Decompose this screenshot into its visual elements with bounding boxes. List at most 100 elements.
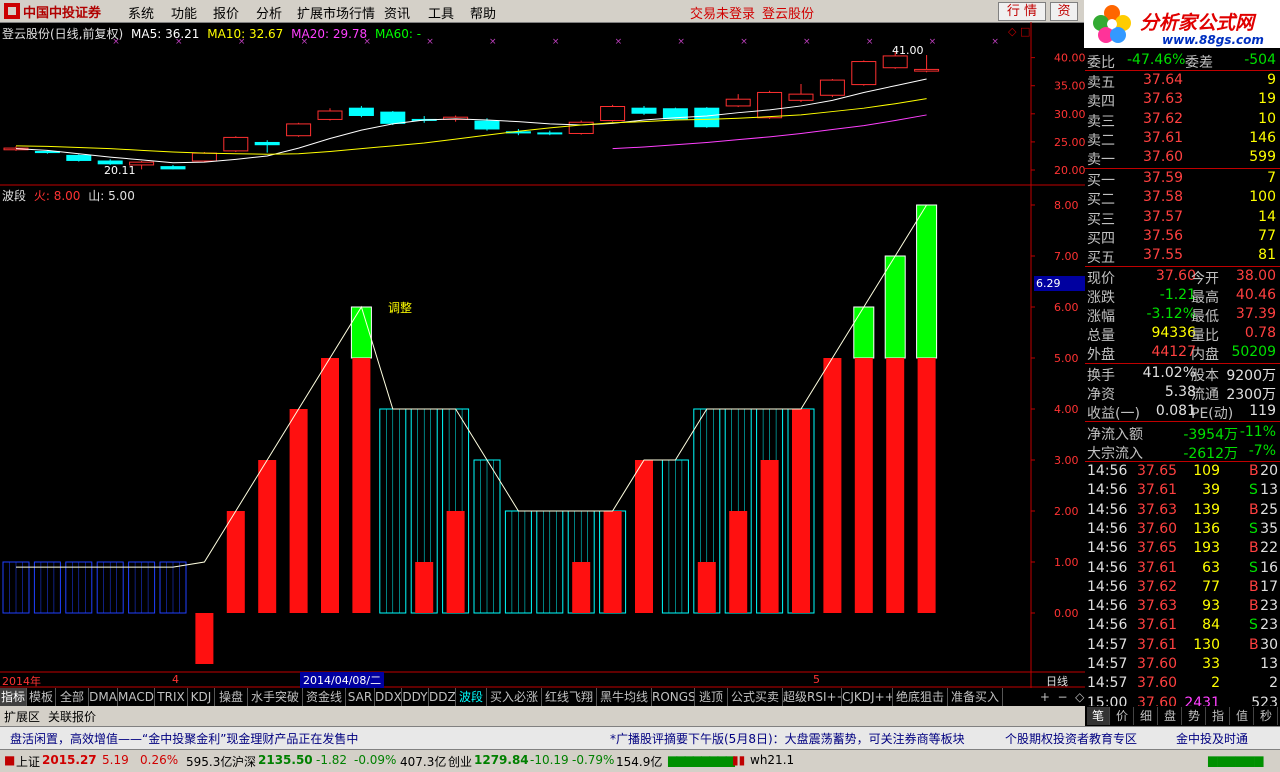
indicator-tab[interactable]: SAR bbox=[346, 688, 375, 706]
indicator-tab[interactable]: 波段 bbox=[456, 688, 487, 706]
x-axis: 2014年 4 2014/04/08/二 5 日线 bbox=[0, 672, 1085, 688]
indicator-tab[interactable]: 红线飞翔 bbox=[542, 688, 597, 706]
subtab-related-quotes[interactable]: 关联报价 bbox=[48, 708, 96, 725]
right-panel-tab[interactable]: 价 bbox=[1111, 707, 1134, 725]
fundamental-row: 换手 41.02% 股本 9200万 bbox=[1085, 365, 1280, 384]
cy-label[interactable]: 创业 bbox=[448, 753, 472, 770]
right-panel-tab[interactable]: 细 bbox=[1135, 707, 1158, 725]
sell-level-row: 卖三 37.62 10 bbox=[1085, 111, 1280, 130]
price-chart-header: 登云股份(日线,前复权) MA5: 36.21 MA10: 32.67 MA20… bbox=[2, 25, 421, 42]
tick-price: 37.61 bbox=[1137, 482, 1178, 499]
indicator-wave-line bbox=[16, 204, 928, 568]
menu-news[interactable]: 资讯 bbox=[384, 3, 410, 22]
candle-down bbox=[474, 120, 500, 130]
tick-side: B bbox=[1249, 578, 1259, 595]
indicator-tab[interactable]: 绝底狙击 bbox=[893, 688, 948, 706]
hs-label[interactable]: 沪深 bbox=[232, 753, 256, 770]
indicator-tab[interactable]: 黑牛均线 bbox=[597, 688, 652, 706]
tick-time: 14:56 bbox=[1087, 540, 1128, 557]
right-panel-tab[interactable]: 指 bbox=[1207, 707, 1230, 725]
price-tick-label: 35.00 bbox=[1054, 80, 1085, 93]
right-panel-tab[interactable]: 盘 bbox=[1159, 707, 1182, 725]
indicator-tab[interactable]: DMA bbox=[89, 688, 118, 706]
news-item-3[interactable]: 个股期权投资者教育专区 bbox=[1005, 730, 1137, 747]
order-diff-value: -504 bbox=[1244, 52, 1276, 68]
menu-tools[interactable]: 工具 bbox=[428, 3, 454, 22]
sell-level-label: 卖一 bbox=[1087, 152, 1115, 169]
indicator-tab[interactable]: KDJ bbox=[188, 688, 215, 706]
tick-count: 23 bbox=[1260, 617, 1278, 634]
ma20-label: MA20: 29.78 bbox=[291, 27, 368, 41]
menu-extended-market[interactable]: 扩展市场行情 bbox=[297, 3, 375, 22]
tick-side: B bbox=[1249, 598, 1259, 615]
indicator-tab[interactable]: 准备买入 bbox=[948, 688, 1003, 706]
right-panel-tab[interactable]: 秒 bbox=[1255, 707, 1278, 725]
buy-level-row: 买五 37.55 81 bbox=[1085, 247, 1280, 266]
indicator-tab[interactable]: CJKDJ++ bbox=[842, 688, 893, 706]
subtab-extension[interactable]: 扩展区 bbox=[4, 708, 40, 725]
tick-row: 14:57 37.60 33 13 bbox=[1085, 656, 1280, 675]
fundamental-label-right: PE(动) bbox=[1191, 406, 1234, 422]
menu-analysis[interactable]: 分析 bbox=[256, 3, 282, 22]
news-item-2[interactable]: *广播股评摘要下午版(5月8日)：大盘震荡蓄势，可关注券商等板块 bbox=[610, 730, 965, 747]
news-item-1[interactable]: 盘活闲置，高效增值——“金中投聚金利”现金理财产品正在发售中 bbox=[10, 730, 358, 747]
indicator-tab[interactable]: 模板 bbox=[27, 688, 56, 706]
hs-amount: 407.3亿 bbox=[400, 755, 447, 769]
tick-price: 37.60 bbox=[1137, 520, 1178, 537]
indicator-tab[interactable]: 水手突破 bbox=[248, 688, 303, 706]
money-flow-pct: -7% bbox=[1248, 443, 1276, 459]
sh-index: 2015.27 bbox=[42, 753, 97, 767]
fundamental-label-left: 收益(一) bbox=[1087, 406, 1140, 422]
news-ticker[interactable]: 盘活闲置，高效增值——“金中投聚金利”现金理财产品正在发售中 *广播股评摘要下午… bbox=[0, 726, 1280, 749]
top-marker: × bbox=[740, 37, 748, 47]
indicator-red-bar bbox=[226, 511, 245, 613]
tick-count: 13 bbox=[1260, 482, 1278, 499]
indicator-tab[interactable]: DDX bbox=[375, 688, 402, 706]
quote-button[interactable]: 行 情 bbox=[998, 2, 1046, 21]
indicator-chart[interactable] bbox=[2, 204, 938, 664]
buy-level-label: 买四 bbox=[1087, 230, 1115, 247]
indicator-tab[interactable]: 公式买卖 bbox=[728, 688, 783, 706]
menu-quote[interactable]: 报价 bbox=[213, 3, 239, 22]
indicator-tab[interactable]: DDZ bbox=[429, 688, 456, 706]
tick-side: B bbox=[1249, 636, 1259, 653]
indicator-tab[interactable]: TRIX bbox=[155, 688, 188, 706]
tick-price: 37.65 bbox=[1137, 463, 1178, 479]
right-panel-tab[interactable]: 值 bbox=[1231, 707, 1254, 725]
indicator-tab[interactable]: 超级RSI++ bbox=[783, 688, 842, 706]
indicator-tab[interactable]: 资金线 bbox=[303, 688, 346, 706]
buy-level-price: 37.58 bbox=[1143, 189, 1184, 206]
zoom-controls[interactable]: + − ◇ bbox=[1036, 688, 1085, 706]
candle-up bbox=[788, 93, 814, 101]
indicator-tab[interactable]: MACD bbox=[118, 688, 155, 706]
brand-banner[interactable]: 分析家公式网 www.88gs.com bbox=[1084, 0, 1280, 48]
indicator-tab[interactable]: 操盘 bbox=[215, 688, 248, 706]
panel-divider bbox=[1085, 168, 1280, 169]
hs-change: -1.82 bbox=[316, 753, 348, 767]
indicator-tab[interactable]: 指标 bbox=[0, 688, 27, 706]
money-flow-label: 大宗流入 bbox=[1087, 446, 1143, 462]
sh-flag-icon: ■ bbox=[4, 753, 16, 767]
chart-canvas[interactable]: × × × × × × × × × × × × × × × 20.0025.0030.0035.0040.0… bbox=[0, 22, 1085, 688]
indicator-tab[interactable]: RONGS bbox=[652, 688, 695, 706]
indicator-tab[interactable]: 全部 bbox=[56, 688, 89, 706]
login-warning[interactable]: 交易未登录 bbox=[690, 3, 755, 22]
news-item-4[interactable]: 金中投及时通 bbox=[1176, 730, 1248, 747]
x-year-label: 2014年 bbox=[2, 675, 41, 688]
flower-logo-icon bbox=[1093, 5, 1131, 43]
info-button[interactable]: 资 bbox=[1050, 2, 1078, 21]
chart-corner-icons[interactable]: ◇ □ bbox=[1008, 25, 1030, 38]
period-label[interactable]: 日线 bbox=[1046, 673, 1068, 689]
menu-system[interactable]: 系统 bbox=[128, 3, 154, 22]
buy-level-volume: 7 bbox=[1267, 170, 1276, 186]
price-chart[interactable]: × × × × × × × × × × × × × × × bbox=[3, 37, 999, 170]
indicator-tab[interactable]: 逃顶 bbox=[695, 688, 728, 706]
indicator-tab[interactable]: 买入必涨 bbox=[487, 688, 542, 706]
menu-function[interactable]: 功能 bbox=[171, 3, 197, 22]
right-panel-tab[interactable]: 势 bbox=[1183, 707, 1206, 725]
menu-help[interactable]: 帮助 bbox=[470, 3, 496, 22]
indicator-tab[interactable]: DDY bbox=[402, 688, 429, 706]
sh-label[interactable]: 上证 bbox=[16, 753, 40, 770]
right-panel-tab[interactable]: 笔 bbox=[1087, 707, 1110, 725]
status-bar: ■ 上证 2015.27 5.19 0.26% 595.3亿 沪深 2135.5… bbox=[0, 749, 1280, 772]
